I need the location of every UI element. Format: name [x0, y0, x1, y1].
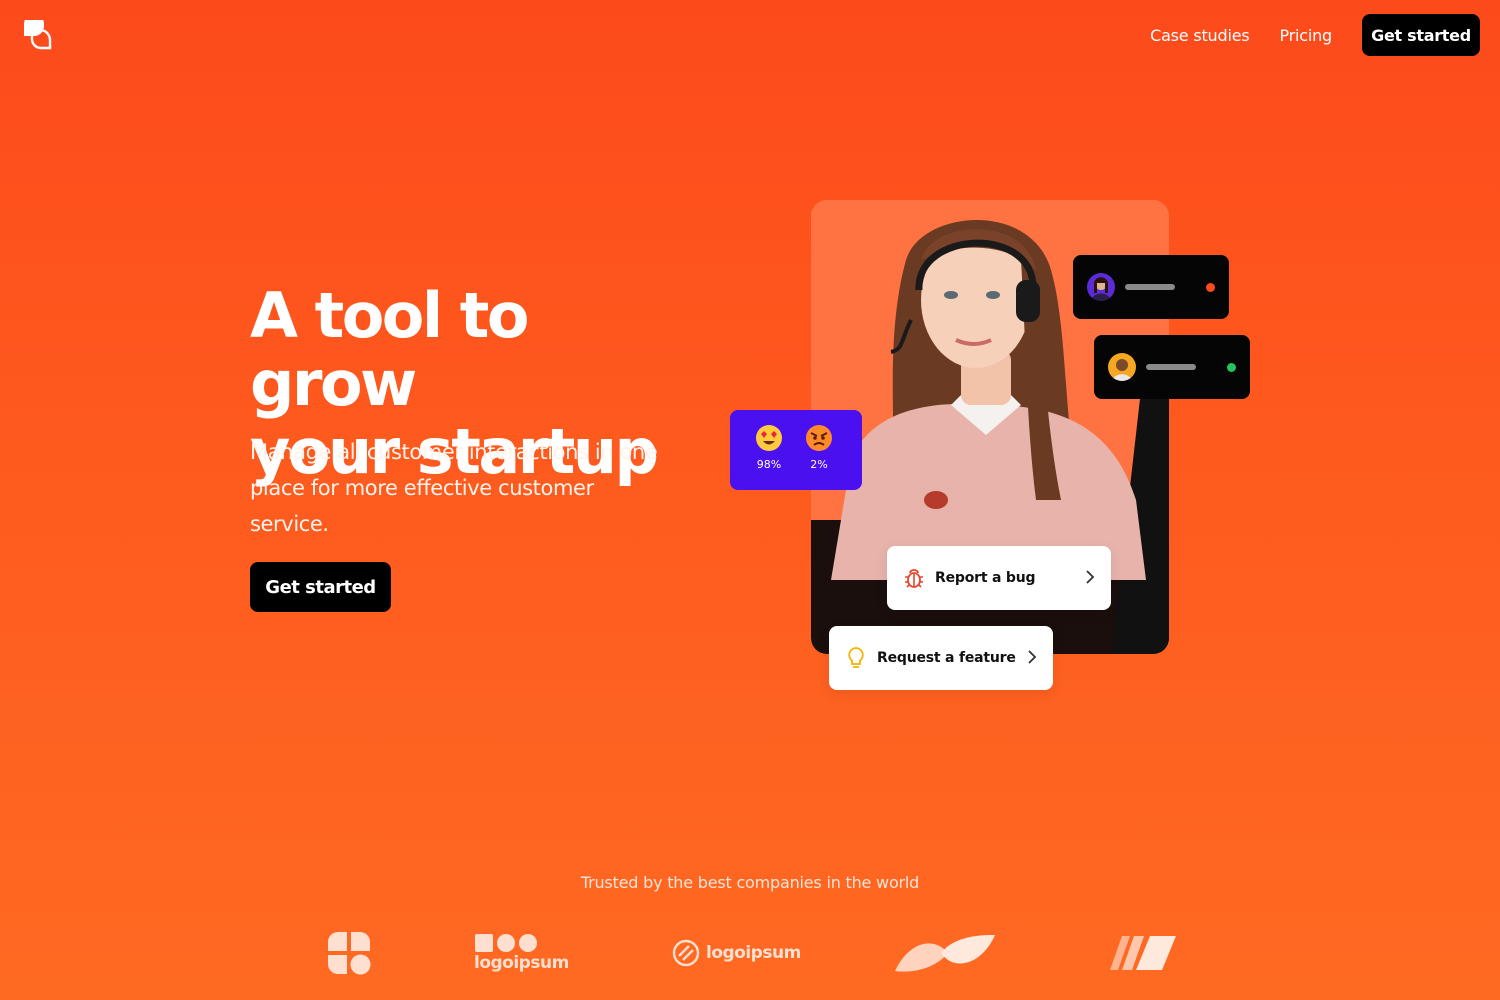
partner-logo-3-text: logoipsum [706, 942, 801, 963]
agent-status-dot [1227, 362, 1236, 372]
partner-logo-2: logoipsum [474, 925, 569, 980]
hero-get-started-button[interactable]: Get started [250, 562, 391, 612]
nav-get-started-button[interactable]: Get started [1362, 14, 1480, 56]
agent-status-card [1094, 335, 1250, 399]
partner-logos: logoipsum logoipsum [0, 925, 1500, 980]
top-nav: Case studies Pricing Get started [1150, 14, 1480, 56]
nav-link-case-studies[interactable]: Case studies [1150, 26, 1250, 45]
partner-logo-3: logoipsum [672, 925, 801, 980]
sentiment-positive: 98% [744, 424, 794, 490]
lightbulb-icon [848, 647, 864, 668]
sentiment-positive-value: 98% [756, 458, 782, 471]
partner-logo-5 [1100, 925, 1176, 980]
nav-link-pricing[interactable]: Pricing [1279, 26, 1332, 45]
sentiment-negative-value: 2% [810, 458, 828, 471]
agent-name-placeholder [1146, 364, 1196, 370]
report-bug-label: Report a bug [935, 570, 1036, 586]
request-feature-card[interactable]: Request a feature [829, 626, 1053, 690]
heart-eyes-emoji-icon [755, 424, 783, 452]
agent-avatar [1087, 273, 1115, 301]
agent-status-dot [1206, 282, 1215, 292]
chat-bubbles-icon [24, 14, 52, 50]
partner-logo-4 [893, 925, 997, 980]
agent-name-placeholder [1125, 284, 1175, 290]
report-bug-card[interactable]: Report a bug [887, 546, 1111, 610]
chevron-right-icon [1027, 648, 1037, 669]
hero-title-line1: A tool to grow [250, 279, 529, 420]
sentiment-negative: 2% [794, 424, 844, 490]
partner-logo-2-text: logoipsum [474, 952, 569, 973]
trusted-by-heading: Trusted by the best companies in the wor… [580, 873, 920, 892]
agent-status-card [1073, 255, 1229, 319]
sentiment-card: 98% 2% [730, 410, 862, 490]
angry-face-emoji-icon [805, 424, 833, 452]
hero-subtitle: Manage all customer interactions in one … [250, 440, 658, 536]
nav-logo[interactable] [22, 14, 52, 50]
agent-avatar [1108, 353, 1136, 381]
chevron-right-icon [1085, 568, 1095, 589]
bug-icon [905, 569, 923, 588]
partner-logo-1 [326, 925, 372, 980]
request-feature-label: Request a feature [877, 650, 1016, 666]
